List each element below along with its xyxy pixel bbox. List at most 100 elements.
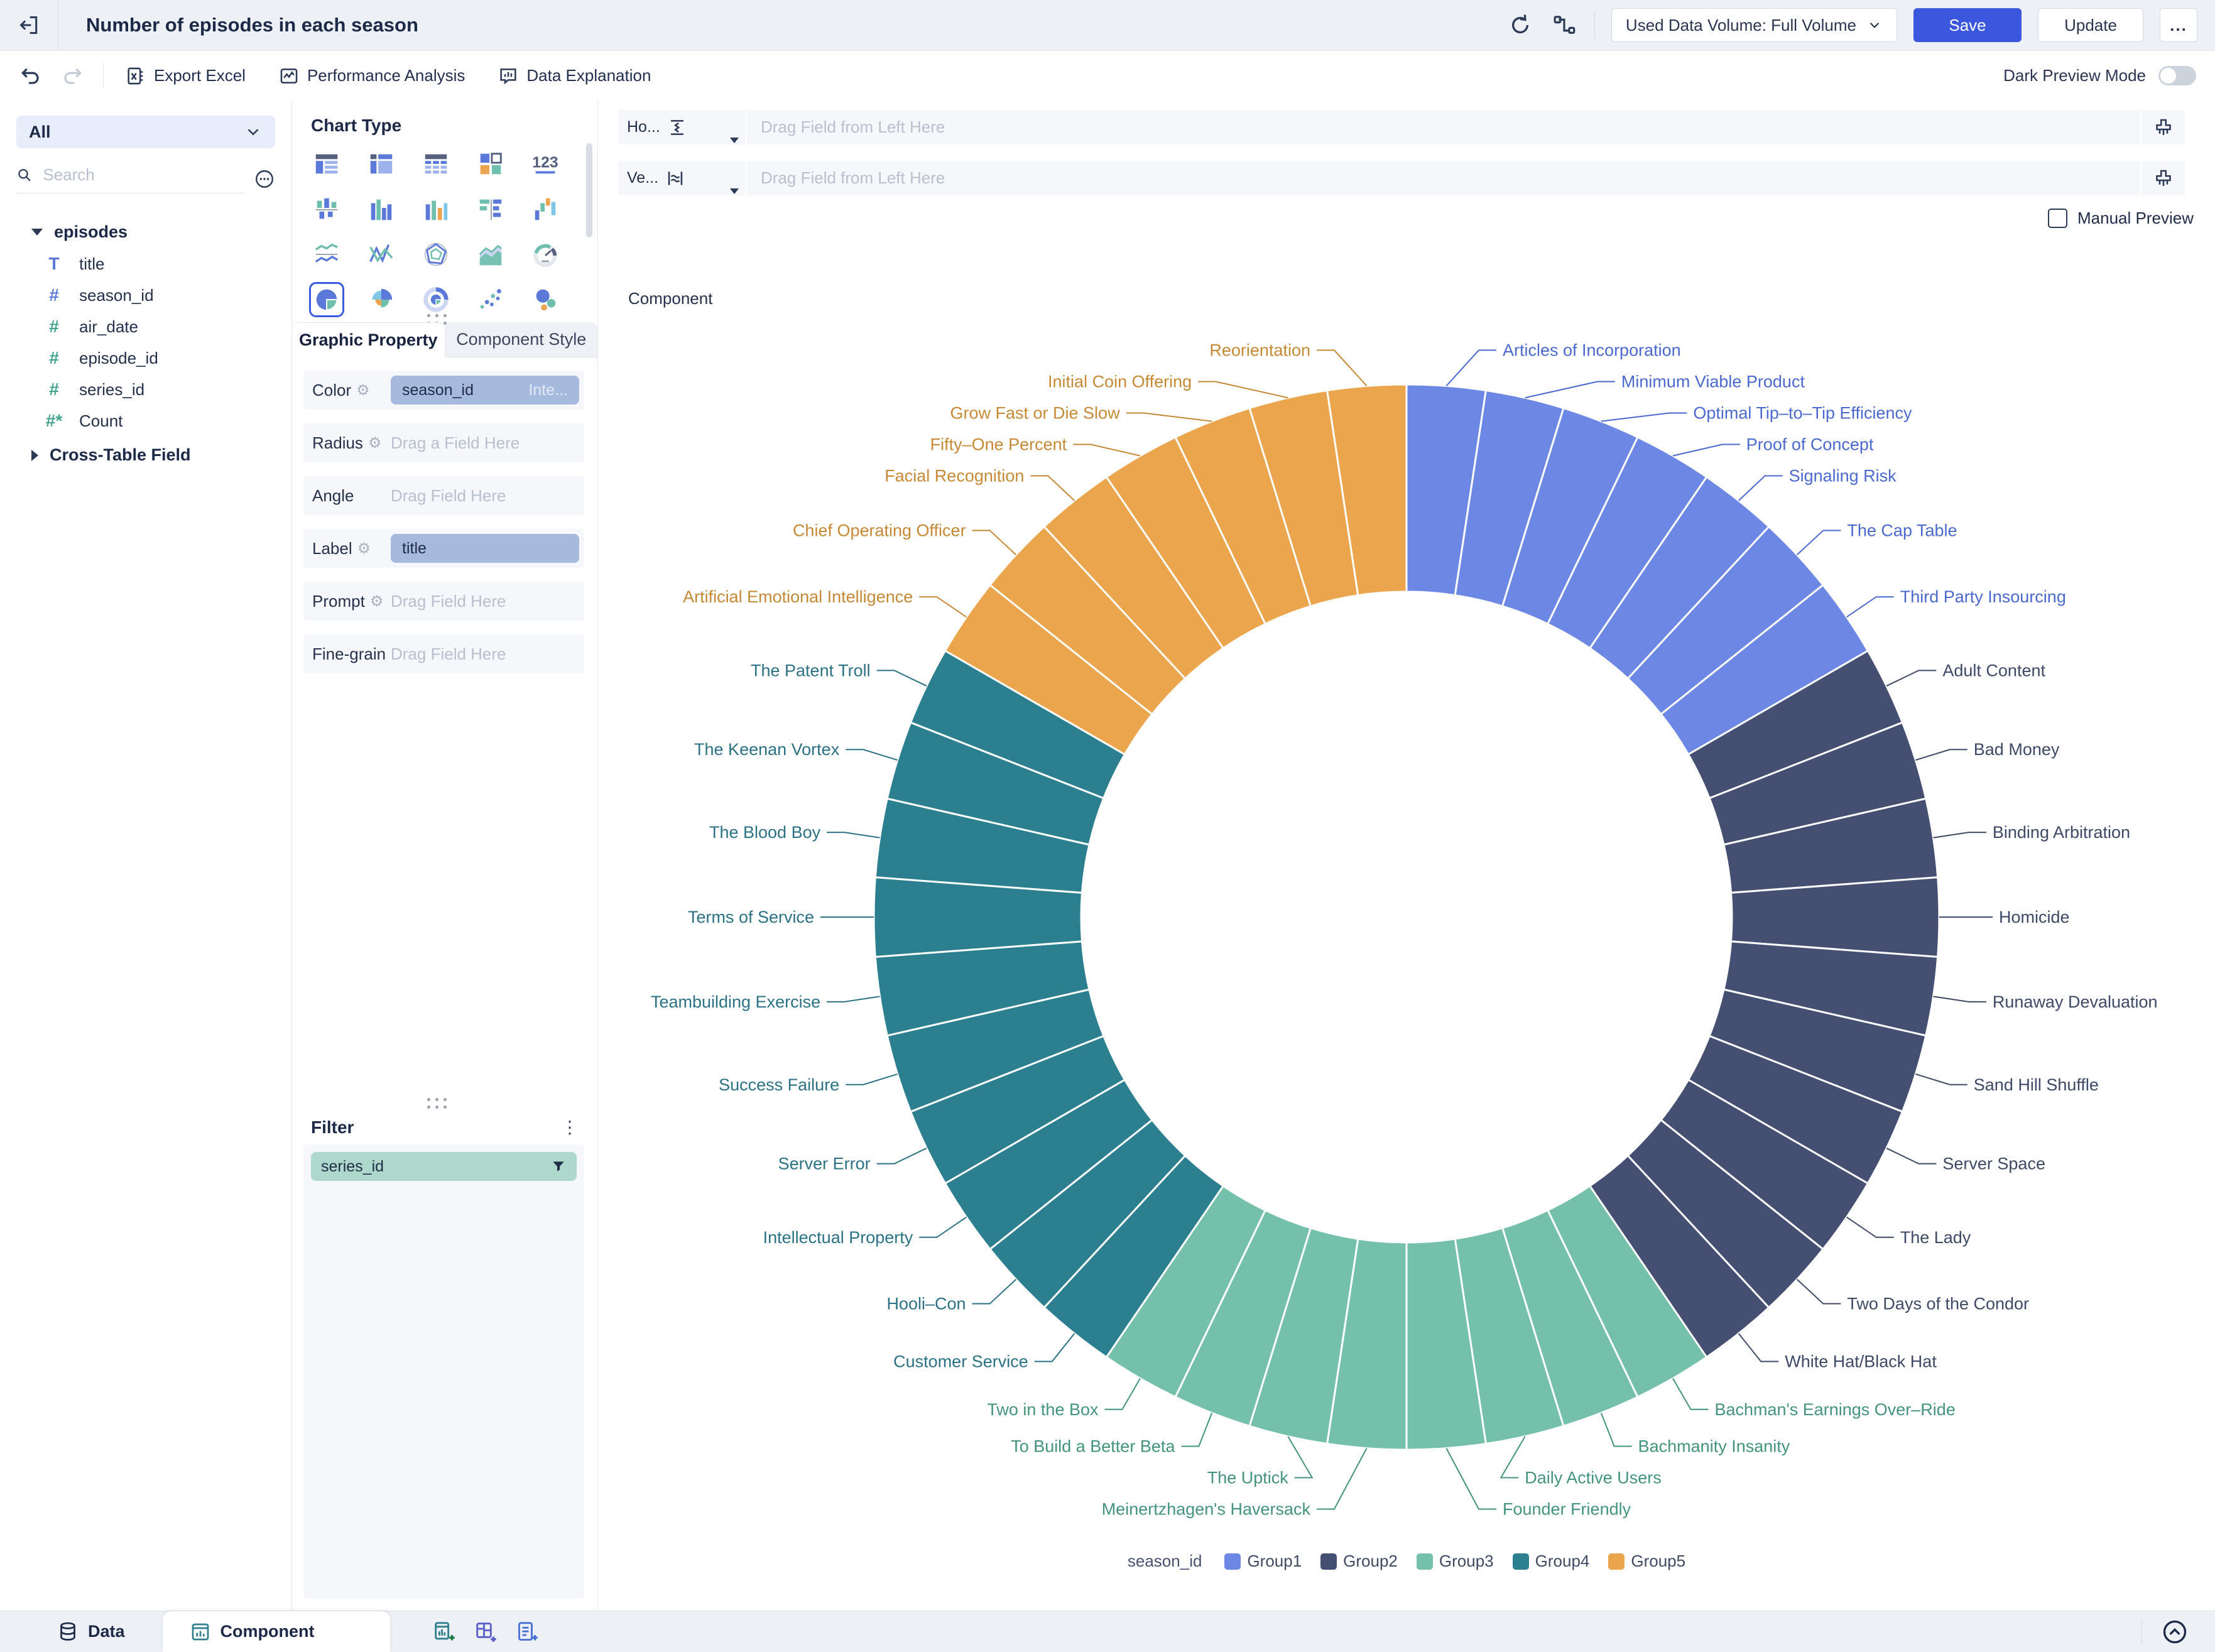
export-excel-button[interactable]: Export Excel xyxy=(125,65,246,87)
dark-preview-label: Dark Preview Mode xyxy=(2003,66,2146,85)
donut-slice-label: Binding Arbitration xyxy=(1993,823,2130,842)
field-name: episode_id xyxy=(79,349,158,368)
legend-item-group2[interactable]: Group2 xyxy=(1320,1551,1398,1571)
donut-slice-label: Artificial Emotional Intelligence xyxy=(683,587,913,606)
chart-type-kpi-number[interactable]: 123 xyxy=(531,149,560,178)
search-input[interactable] xyxy=(41,165,245,185)
label-leader-line xyxy=(1198,382,1288,398)
add-dashboard-icon[interactable] xyxy=(473,1619,498,1644)
gear-icon[interactable]: ⚙ xyxy=(356,381,370,399)
chart-type-gauge-chart[interactable] xyxy=(531,240,560,269)
chart-type-bubble-chart[interactable] xyxy=(531,285,560,314)
filter-pill-series-id[interactable]: series_id xyxy=(311,1152,577,1181)
scope-label: All xyxy=(29,122,51,142)
gear-icon[interactable]: ⚙ xyxy=(370,592,384,611)
tab-component-style[interactable]: Component Style xyxy=(445,322,598,357)
filter-title: Filter xyxy=(311,1117,354,1138)
legend-item-group1[interactable]: Group1 xyxy=(1224,1551,1302,1571)
field-item-season_id[interactable]: #season_id xyxy=(0,280,291,311)
label-leader-line xyxy=(1446,1448,1496,1509)
field-item-episode_id[interactable]: #episode_id xyxy=(0,342,291,374)
chart-type-pie-chart-selected[interactable] xyxy=(312,285,341,314)
field-options-icon[interactable] xyxy=(254,168,275,190)
chart-type-horizontal-bar[interactable] xyxy=(476,195,505,224)
field-pill-season_id[interactable]: season_idInte... xyxy=(391,376,579,405)
add-component-icon[interactable] xyxy=(432,1619,457,1644)
tab-component[interactable]: Component xyxy=(163,1611,390,1652)
donut-slice-label: The Patent Troll xyxy=(751,661,871,680)
data-explanation-button[interactable]: Data Explanation xyxy=(498,65,651,87)
chart-type-multi-line-chart[interactable] xyxy=(367,240,396,269)
property-row-angle[interactable]: AngleDrag Field Here xyxy=(303,476,584,515)
label-leader-line xyxy=(1934,832,1986,837)
label-leader-line xyxy=(1886,1148,1936,1164)
legend-item-group5[interactable]: Group5 xyxy=(1608,1551,1685,1571)
field-pill-title[interactable]: title xyxy=(391,534,579,563)
chart-type-rose-chart[interactable] xyxy=(367,285,396,314)
property-row-fine-grained[interactable]: Fine-grainedDrag Field Here xyxy=(303,634,584,673)
label-leader-line xyxy=(1739,476,1783,501)
property-row-label[interactable]: Label⚙title xyxy=(303,529,584,568)
chart-type-waterfall[interactable] xyxy=(531,195,560,224)
property-row-color[interactable]: Color ⚙ season_idInte... xyxy=(303,371,584,410)
chart-type-grouped-table[interactable] xyxy=(312,149,341,178)
chart-type-area-chart[interactable] xyxy=(476,240,505,269)
table-scope-dropdown[interactable]: All xyxy=(16,116,275,148)
legend-item-group4[interactable]: Group4 xyxy=(1513,1551,1590,1571)
property-row-prompt[interactable]: Prompt⚙Drag Field Here xyxy=(303,582,584,621)
panel-drag-handle[interactable] xyxy=(427,1098,447,1109)
collapse-icon[interactable] xyxy=(2161,1618,2189,1646)
field-item-series_id[interactable]: #series_id xyxy=(0,374,291,405)
legend-swatch xyxy=(1513,1553,1529,1570)
drop-placeholder: Drag Field Here xyxy=(391,644,506,664)
gear-icon[interactable]: ⚙ xyxy=(357,540,371,558)
chart-type-column-chart[interactable] xyxy=(422,195,450,224)
chart-type-line-chart[interactable] xyxy=(312,240,341,269)
divider xyxy=(103,63,104,89)
filter-menu-icon[interactable]: ⋮ xyxy=(561,1117,579,1138)
performance-analysis-button[interactable]: Performance Analysis xyxy=(278,65,465,87)
field-name: series_id xyxy=(79,380,144,399)
property-row-radius[interactable]: Radius⚙Drag a Field Here xyxy=(303,423,584,462)
dark-preview-toggle[interactable] xyxy=(2158,66,2196,85)
redo-button[interactable] xyxy=(60,64,84,88)
chart-type-clustered-bar[interactable] xyxy=(367,195,396,224)
add-report-icon[interactable] xyxy=(514,1619,540,1644)
chart-type-detail-table[interactable] xyxy=(367,149,396,178)
more-button[interactable]: ... xyxy=(2160,8,2197,42)
tab-graphic-property[interactable]: Graphic Property xyxy=(292,322,445,357)
legend-swatch xyxy=(1417,1553,1433,1570)
chart-type-kpi-card[interactable] xyxy=(476,149,505,178)
expanded-triangle-icon xyxy=(31,229,43,236)
donut-slice-label: Reorientation xyxy=(1209,341,1310,360)
tree-node-episodes[interactable]: episodes xyxy=(0,216,291,248)
data-volume-dropdown[interactable]: Used Data Volume: Full Volume xyxy=(1611,8,1897,42)
chart-type-donut-chart[interactable] xyxy=(422,285,450,314)
donut-slice-label: Daily Active Users xyxy=(1525,1468,1662,1487)
field-item-air_date[interactable]: #air_date xyxy=(0,311,291,342)
tree-node-cross-table-field[interactable]: Cross-Table Field xyxy=(0,437,291,471)
field-pill-label: season_id xyxy=(402,381,474,399)
property-label: Color xyxy=(312,381,351,400)
lineage-button[interactable] xyxy=(1550,11,1578,39)
undo-button[interactable] xyxy=(19,64,43,88)
legend-item-group3[interactable]: Group3 xyxy=(1417,1551,1494,1571)
donut-slice-label: Third Party Insourcing xyxy=(1900,587,2066,606)
scrollbar-thumb[interactable] xyxy=(586,143,592,237)
gear-icon[interactable]: ⚙ xyxy=(368,434,382,452)
chart-type-cross-table[interactable] xyxy=(422,149,450,178)
field-item-count[interactable]: #*Count xyxy=(0,405,291,437)
back-button[interactable] xyxy=(0,0,58,50)
tab-data[interactable]: Data xyxy=(0,1621,163,1643)
chart-type-axis-bar[interactable] xyxy=(312,195,341,224)
update-button[interactable]: Update xyxy=(2038,8,2143,42)
save-button[interactable]: Save xyxy=(1913,8,2022,42)
toggle-knob xyxy=(2160,68,2176,84)
label-leader-line xyxy=(1673,1378,1709,1409)
refresh-button[interactable] xyxy=(1506,11,1534,39)
filter-dropzone[interactable]: series_id xyxy=(303,1144,584,1599)
chart-type-radar-chart[interactable] xyxy=(422,240,450,269)
donut-slice-label: Success Failure xyxy=(719,1075,839,1094)
chart-type-scatter-chart[interactable] xyxy=(476,285,505,314)
field-item-title[interactable]: Ttitle xyxy=(0,248,291,280)
